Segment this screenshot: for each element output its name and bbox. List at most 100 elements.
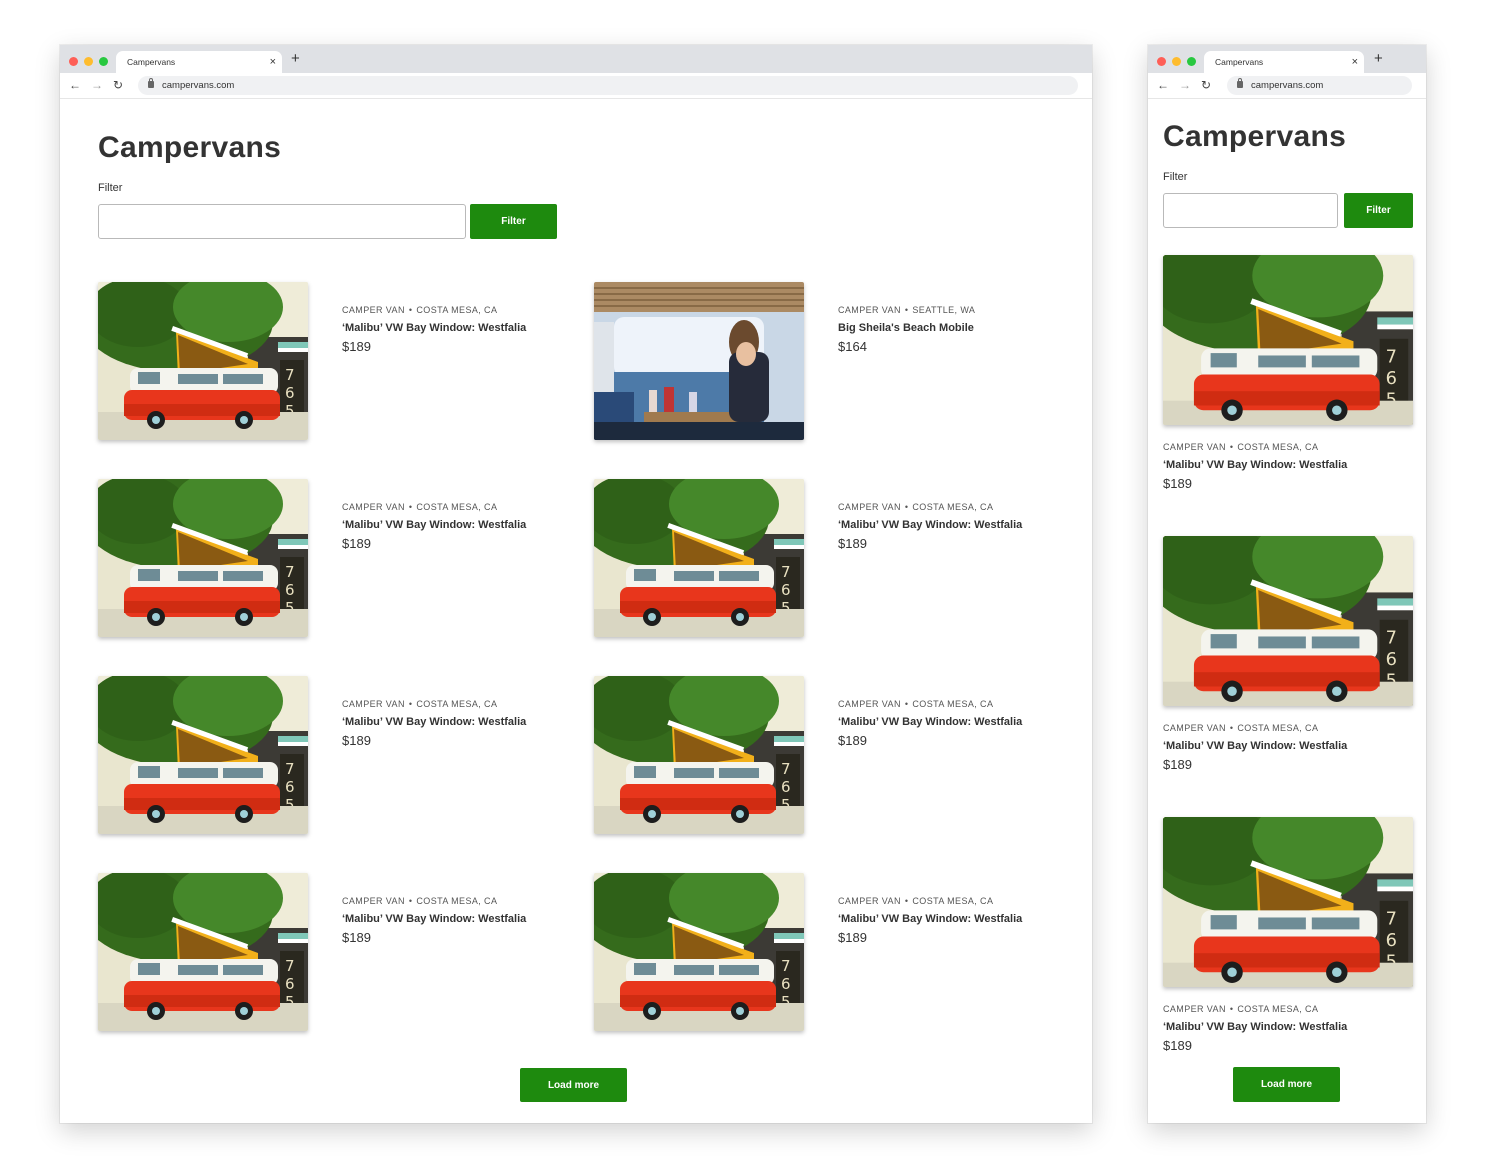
orange-van-photo[interactable] (594, 676, 804, 834)
listing-price: $189 (838, 536, 867, 551)
new-tab-icon[interactable]: + (1374, 50, 1383, 67)
back-arrow-icon[interactable]: ← (1157, 78, 1169, 92)
listing-category: Camper van • Costa Mesa, CA (342, 502, 526, 512)
listing-type: Camper van (342, 305, 405, 315)
forward-arrow-icon[interactable]: → (1179, 78, 1191, 92)
filter-button[interactable]: Filter (470, 204, 557, 239)
listing-meta: Camper van • Costa Mesa, CA ‘Malibu’ VW Bay… (1163, 442, 1347, 491)
listing-price: $189 (1163, 476, 1192, 491)
listing-price: $189 (1163, 1038, 1192, 1053)
load-more-button[interactable]: Load more (1233, 1067, 1340, 1102)
orange-van-photo[interactable] (1163, 817, 1413, 987)
listing-location: Costa Mesa, CA (1237, 723, 1319, 733)
listing-type: Camper van (838, 896, 901, 906)
listing-title[interactable]: ‘Malibu’ VW Bay Window: Westfalia (342, 913, 526, 925)
listing-meta: Camper van • Costa Mesa, CA ‘Malibu’ VW Bay… (342, 502, 526, 551)
listing-type: Camper van (838, 305, 901, 315)
tab-title: Campervans (1215, 57, 1264, 67)
listing-title[interactable]: ‘Malibu’ VW Bay Window: Westfalia (1163, 459, 1347, 471)
listing-type: Camper van (342, 502, 405, 512)
tab-title: Campervans (127, 57, 176, 67)
listing-title[interactable]: ‘Malibu’ VW Bay Window: Westfalia (838, 913, 1022, 925)
listing-category: Camper van • Costa Mesa, CA (342, 305, 526, 315)
listing-type: Camper van (1163, 1004, 1226, 1014)
address-bar-row: ← → ↻ campervans.com (60, 73, 1092, 99)
tab-close-icon[interactable]: × (270, 56, 276, 68)
listing-location: Costa Mesa, CA (416, 699, 498, 709)
listing-title[interactable]: Big Sheila's Beach Mobile (838, 322, 975, 334)
minimize-window-button[interactable] (1172, 57, 1181, 66)
listing-meta: Camper van • Seattle, WA Big Sheila's Beach… (838, 305, 975, 354)
tab-close-icon[interactable]: × (1352, 56, 1358, 68)
listing-meta: Camper van • Costa Mesa, CA ‘Malibu’ VW Bay… (342, 699, 526, 748)
lock-icon (148, 78, 154, 88)
listing-category: Camper van • Seattle, WA (838, 305, 975, 315)
window-controls (1157, 57, 1196, 66)
listing-title[interactable]: ‘Malibu’ VW Bay Window: Westfalia (838, 519, 1022, 531)
orange-van-photo[interactable] (98, 282, 308, 440)
bullet-separator: • (408, 305, 413, 315)
listing-price: $189 (1163, 757, 1192, 772)
listing-meta: Camper van • Costa Mesa, CA ‘Malibu’ VW Bay… (342, 896, 526, 945)
url-field[interactable]: campervans.com (138, 76, 1078, 95)
listing-location: Costa Mesa, CA (912, 699, 994, 709)
orange-van-photo[interactable] (594, 479, 804, 637)
back-arrow-icon[interactable]: ← (69, 78, 81, 92)
close-window-button[interactable] (1157, 57, 1166, 66)
lock-icon (1237, 78, 1243, 88)
filter-label: Filter (98, 182, 123, 194)
orange-van-photo[interactable] (1163, 536, 1413, 706)
page-title: Campervans (1163, 120, 1347, 153)
filter-input[interactable] (1163, 193, 1338, 228)
listing-meta: Camper van • Costa Mesa, CA ‘Malibu’ VW Bay… (838, 502, 1022, 551)
bullet-separator: • (904, 305, 909, 315)
bullet-separator: • (904, 502, 909, 512)
listing-title[interactable]: ‘Malibu’ VW Bay Window: Westfalia (342, 322, 526, 334)
url-text: campervans.com (162, 80, 235, 91)
orange-van-photo[interactable] (98, 479, 308, 637)
reload-icon[interactable]: ↻ (113, 78, 123, 92)
listing-category: Camper van • Costa Mesa, CA (342, 699, 526, 709)
listing-title[interactable]: ‘Malibu’ VW Bay Window: Westfalia (342, 716, 526, 728)
orange-van-photo[interactable] (98, 676, 308, 834)
listing-meta: Camper van • Costa Mesa, CA ‘Malibu’ VW Bay… (342, 305, 526, 354)
orange-van-photo[interactable] (98, 873, 308, 1031)
listing-title[interactable]: ‘Malibu’ VW Bay Window: Westfalia (838, 716, 1022, 728)
bullet-separator: • (408, 896, 413, 906)
load-more-button[interactable]: Load more (520, 1068, 627, 1102)
listing-title[interactable]: ‘Malibu’ VW Bay Window: Westfalia (1163, 1021, 1347, 1033)
listing-type: Camper van (838, 502, 901, 512)
page-content: Campervans Filter Filter Camper van • Cost… (60, 99, 1092, 1123)
listing-location: Seattle, WA (912, 305, 976, 315)
filter-input[interactable] (98, 204, 466, 239)
minimize-window-button[interactable] (84, 57, 93, 66)
orange-van-photo[interactable] (1163, 255, 1413, 425)
maximize-window-button[interactable] (99, 57, 108, 66)
listing-price: $189 (342, 733, 371, 748)
url-field[interactable]: campervans.com (1227, 76, 1412, 95)
orange-van-photo[interactable] (594, 873, 804, 1031)
listing-price: $189 (342, 536, 371, 551)
listing-location: Costa Mesa, CA (912, 502, 994, 512)
listing-location: Costa Mesa, CA (1237, 442, 1319, 452)
browser-tab[interactable]: Campervans × (116, 51, 282, 73)
bullet-separator: • (1229, 723, 1234, 733)
window-controls (69, 57, 108, 66)
forward-arrow-icon[interactable]: → (91, 78, 103, 92)
listing-category: Camper van • Costa Mesa, CA (1163, 723, 1347, 733)
listing-title[interactable]: ‘Malibu’ VW Bay Window: Westfalia (342, 519, 526, 531)
listing-title[interactable]: ‘Malibu’ VW Bay Window: Westfalia (1163, 740, 1347, 752)
listing-price: $164 (838, 339, 867, 354)
bullet-separator: • (904, 699, 909, 709)
maximize-window-button[interactable] (1187, 57, 1196, 66)
close-window-button[interactable] (69, 57, 78, 66)
listing-type: Camper van (342, 699, 405, 709)
van-interior-photo[interactable] (594, 282, 804, 440)
listing-location: Costa Mesa, CA (416, 502, 498, 512)
reload-icon[interactable]: ↻ (1201, 78, 1211, 92)
bullet-separator: • (1229, 1004, 1234, 1014)
browser-tab[interactable]: Campervans × (1204, 51, 1364, 73)
listing-meta: Camper van • Costa Mesa, CA ‘Malibu’ VW Bay… (838, 699, 1022, 748)
filter-button[interactable]: Filter (1344, 193, 1413, 228)
new-tab-icon[interactable]: + (291, 50, 300, 67)
